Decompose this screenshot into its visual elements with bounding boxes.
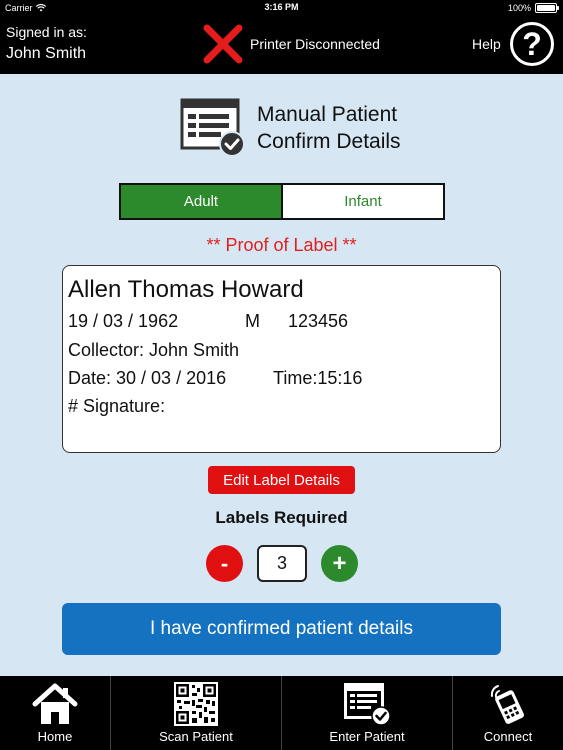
tab-scan-patient[interactable]: Scan Patient: [111, 676, 282, 750]
tab-home-label: Home: [37, 729, 73, 744]
battery-status: 100%: [507, 3, 559, 13]
page-title-line1: Manual Patient: [257, 103, 398, 126]
printer-status: Printer Disconnected: [250, 36, 380, 52]
tab-scan-patient-label: Scan Patient: [159, 729, 233, 744]
minus-glyph: -: [220, 550, 229, 576]
battery-percent: 100%: [507, 3, 531, 13]
collector-line: Collector: John Smith: [68, 340, 240, 360]
patient-sex: M: [245, 311, 260, 331]
form-check-icon: [344, 683, 391, 726]
help-label[interactable]: Help: [472, 36, 501, 52]
signature-line: # Signature:: [68, 396, 166, 416]
tab-connect[interactable]: Connect: [453, 676, 563, 750]
card-reader-icon: [490, 685, 524, 724]
tab-enter-patient[interactable]: Enter Patient: [282, 676, 453, 750]
decrease-quantity-button[interactable]: -: [206, 545, 243, 582]
tab-enter-patient-label: Enter Patient: [329, 729, 405, 744]
page-title-line2: Confirm Details: [257, 130, 401, 153]
proof-of-label-heading: ** Proof of Label **: [206, 235, 357, 255]
patient-name: Allen Thomas Howard: [68, 276, 304, 303]
status-bar: Carrier 3:16 PM 100%: [0, 0, 563, 16]
adult-segment[interactable]: Adult: [121, 185, 283, 218]
status-time: 3:16 PM: [264, 2, 299, 12]
confirm-patient-details-button[interactable]: I have confirmed patient details: [62, 603, 501, 655]
app-header: Signed in as: John Smith Printer Disconn…: [0, 16, 563, 74]
labels-required-title: Labels Required: [215, 508, 348, 527]
tab-connect-label: Connect: [483, 729, 533, 744]
date-time-row: Date: 30 / 03 / 2016 Time:15:16: [68, 368, 362, 389]
battery-fill: [537, 5, 555, 11]
page-title: Manual Patient Confirm Details: [257, 101, 401, 155]
plus-glyph: +: [332, 549, 347, 577]
label-quantity-field[interactable]: 3: [257, 545, 307, 582]
help-glyph: ?: [522, 26, 542, 62]
user-name: John Smith: [6, 45, 87, 62]
qr-code-icon: [174, 682, 218, 726]
collection-time: Time:15:16: [273, 368, 363, 388]
edit-label-details-button[interactable]: Edit Label Details: [208, 466, 355, 494]
increase-quantity-button[interactable]: +: [321, 545, 358, 582]
patient-dob: 19 / 03 / 1962: [68, 311, 179, 331]
manual-patient-icon: [180, 98, 245, 157]
help-button[interactable]: ?: [510, 22, 554, 66]
dob-row: 19 / 03 / 1962 M 123456: [68, 311, 348, 332]
patient-type-toggle: Adult Infant: [119, 183, 445, 220]
home-icon: [32, 683, 78, 724]
tab-home[interactable]: Home: [0, 676, 111, 750]
patient-id: 123456: [288, 311, 349, 331]
infant-segment[interactable]: Infant: [283, 185, 443, 218]
printer-disconnected-icon: [203, 24, 243, 64]
signed-in-label: Signed in as:: [6, 24, 87, 40]
battery-icon: [535, 3, 559, 13]
collection-date: Date: 30 / 03 / 2016: [68, 368, 227, 388]
bottom-tab-bar: Home Scan Patient Enter Patient Connect: [0, 676, 563, 750]
label-preview: Allen Thomas Howard 19 / 03 / 1962 M 123…: [62, 265, 501, 453]
